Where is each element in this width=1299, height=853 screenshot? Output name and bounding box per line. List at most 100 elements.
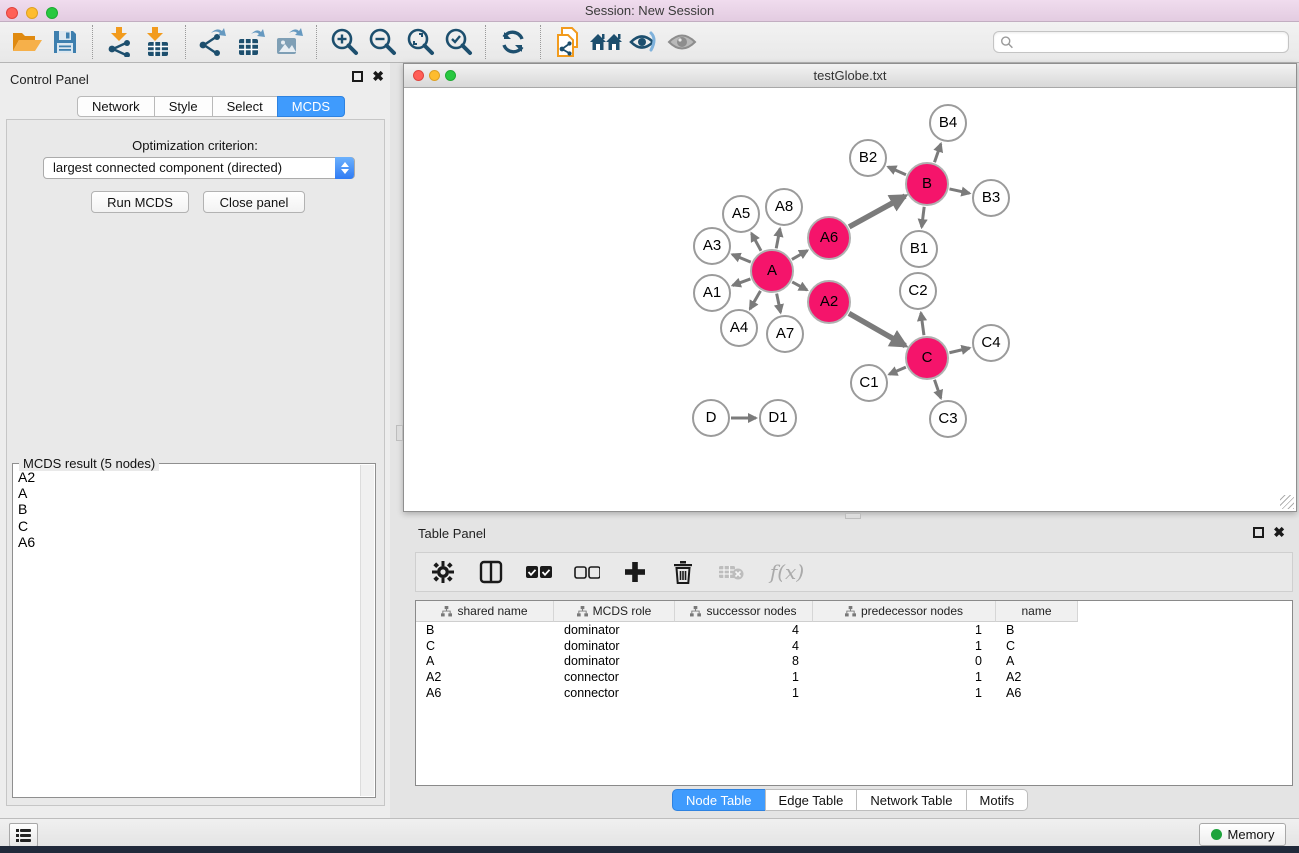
export-table-button[interactable] bbox=[232, 24, 270, 60]
network-canvas[interactable]: B4B2BB3A8A5A6A3B1AA1C2A2A4A7C4CC1C3DD1 bbox=[404, 88, 1296, 511]
cell-name[interactable]: C bbox=[996, 639, 1078, 653]
criterion-dropdown[interactable]: largest connected component (directed) bbox=[43, 157, 355, 179]
column-header-predecessor-nodes[interactable]: predecessor nodes bbox=[813, 601, 996, 622]
task-history-button[interactable] bbox=[9, 823, 38, 847]
result-scrollbar[interactable] bbox=[360, 465, 374, 796]
maximize-window-button[interactable] bbox=[46, 7, 58, 19]
edge-A-A7[interactable] bbox=[777, 294, 781, 313]
cell-shared-name[interactable]: B bbox=[416, 623, 554, 637]
cell-MCDS-role[interactable]: connector bbox=[554, 686, 675, 700]
run-mcds-button[interactable]: Run MCDS bbox=[91, 191, 189, 213]
table-row[interactable]: A2connector11A2 bbox=[416, 669, 1292, 685]
graph-node-C1[interactable]: C1 bbox=[850, 364, 888, 402]
tab-node-table[interactable]: Node Table bbox=[672, 789, 765, 811]
cell-successor-nodes[interactable]: 4 bbox=[675, 623, 813, 637]
edge-A6-B[interactable] bbox=[849, 196, 905, 227]
cell-MCDS-role[interactable]: dominator bbox=[554, 623, 675, 637]
tab-network-table[interactable]: Network Table bbox=[856, 789, 965, 811]
edge-C-C2[interactable] bbox=[921, 313, 924, 335]
table-row[interactable]: Cdominator41C bbox=[416, 638, 1292, 654]
close-table-panel-icon[interactable]: ✖ bbox=[1273, 527, 1285, 538]
result-item[interactable]: B bbox=[15, 501, 355, 517]
edge-A-A1[interactable] bbox=[733, 279, 751, 286]
cell-successor-nodes[interactable]: 8 bbox=[675, 654, 813, 668]
cell-predecessor-nodes[interactable]: 0 bbox=[813, 654, 996, 668]
edge-A-A8[interactable] bbox=[776, 229, 780, 249]
graph-node-C[interactable]: C bbox=[905, 336, 949, 380]
save-session-button[interactable] bbox=[46, 24, 84, 60]
import-table-button[interactable] bbox=[139, 24, 177, 60]
float-table-panel-icon[interactable] bbox=[1253, 527, 1264, 538]
cell-predecessor-nodes[interactable]: 1 bbox=[813, 686, 996, 700]
graph-node-A4[interactable]: A4 bbox=[720, 309, 758, 347]
graph-node-C3[interactable]: C3 bbox=[929, 400, 967, 438]
graph-node-A2[interactable]: A2 bbox=[807, 280, 851, 324]
graph-node-A3[interactable]: A3 bbox=[693, 227, 731, 265]
cell-name[interactable]: A2 bbox=[996, 670, 1078, 684]
network-maximize-button[interactable] bbox=[445, 70, 456, 81]
cell-successor-nodes[interactable]: 1 bbox=[675, 670, 813, 684]
cell-predecessor-nodes[interactable]: 1 bbox=[813, 670, 996, 684]
cell-shared-name[interactable]: A6 bbox=[416, 686, 554, 700]
graph-node-A8[interactable]: A8 bbox=[765, 188, 803, 226]
function-builder-button[interactable]: f(x) bbox=[764, 557, 810, 587]
graph-node-A7[interactable]: A7 bbox=[766, 315, 804, 353]
cell-MCDS-role[interactable]: dominator bbox=[554, 654, 675, 668]
splitter-horizontal-handle[interactable] bbox=[845, 513, 861, 519]
table-row[interactable]: A6connector11A6 bbox=[416, 685, 1292, 701]
column-header-shared-name[interactable]: shared name bbox=[416, 601, 554, 622]
tab-mcds[interactable]: MCDS bbox=[277, 96, 345, 117]
search-field[interactable] bbox=[993, 31, 1289, 53]
graph-node-B2[interactable]: B2 bbox=[849, 139, 887, 177]
select-all-button[interactable] bbox=[524, 557, 554, 587]
delete-column-button[interactable] bbox=[668, 557, 698, 587]
graph-node-D1[interactable]: D1 bbox=[759, 399, 797, 437]
tab-edge-table[interactable]: Edge Table bbox=[765, 789, 857, 811]
refresh-button[interactable] bbox=[494, 24, 532, 60]
resize-grip[interactable] bbox=[1280, 495, 1294, 509]
edge-A-A5[interactable] bbox=[752, 233, 762, 250]
graph-node-A6[interactable]: A6 bbox=[807, 216, 851, 260]
tab-motifs[interactable]: Motifs bbox=[966, 789, 1029, 811]
graph-node-A5[interactable]: A5 bbox=[722, 195, 760, 233]
cell-predecessor-nodes[interactable]: 1 bbox=[813, 623, 996, 637]
deselect-all-button[interactable] bbox=[572, 557, 602, 587]
graph-node-A1[interactable]: A1 bbox=[693, 274, 731, 312]
cell-name[interactable]: A6 bbox=[996, 686, 1078, 700]
zoom-out-button[interactable] bbox=[363, 24, 401, 60]
graph-node-D[interactable]: D bbox=[692, 399, 730, 437]
graph-node-B1[interactable]: B1 bbox=[900, 230, 938, 268]
float-panel-icon[interactable] bbox=[352, 71, 363, 82]
minimize-window-button[interactable] bbox=[26, 7, 38, 19]
import-network-button[interactable] bbox=[101, 24, 139, 60]
edge-A-A6[interactable] bbox=[792, 251, 807, 260]
graph-node-C2[interactable]: C2 bbox=[899, 272, 937, 310]
search-input[interactable] bbox=[1013, 35, 1282, 49]
close-panel-button[interactable]: Close panel bbox=[203, 191, 305, 213]
network-close-button[interactable] bbox=[413, 70, 424, 81]
tab-select[interactable]: Select bbox=[212, 96, 277, 117]
close-panel-icon[interactable]: ✖ bbox=[372, 71, 384, 82]
cell-name[interactable]: A bbox=[996, 654, 1078, 668]
open-session-button[interactable] bbox=[8, 24, 46, 60]
edge-A-A3[interactable] bbox=[732, 254, 750, 262]
cell-MCDS-role[interactable]: dominator bbox=[554, 639, 675, 653]
hide-selected-button[interactable] bbox=[625, 24, 663, 60]
show-column-button[interactable] bbox=[476, 557, 506, 587]
edge-B-B3[interactable] bbox=[949, 189, 969, 193]
table-row[interactable]: Adominator80A bbox=[416, 654, 1292, 670]
add-column-button[interactable] bbox=[620, 557, 650, 587]
edge-B-B1[interactable] bbox=[922, 207, 925, 227]
edge-B-B4[interactable] bbox=[934, 144, 940, 162]
column-header-name[interactable]: name bbox=[996, 601, 1078, 622]
tab-network[interactable]: Network bbox=[77, 96, 154, 117]
result-item[interactable]: A bbox=[15, 485, 355, 501]
graph-node-B[interactable]: B bbox=[905, 162, 949, 206]
open-recent-session-button[interactable] bbox=[549, 24, 587, 60]
show-all-networks-button[interactable] bbox=[587, 24, 625, 60]
zoom-selected-button[interactable] bbox=[439, 24, 477, 60]
cell-successor-nodes[interactable]: 1 bbox=[675, 686, 813, 700]
network-minimize-button[interactable] bbox=[429, 70, 440, 81]
graph-node-B4[interactable]: B4 bbox=[929, 104, 967, 142]
graph-node-B3[interactable]: B3 bbox=[972, 179, 1010, 217]
